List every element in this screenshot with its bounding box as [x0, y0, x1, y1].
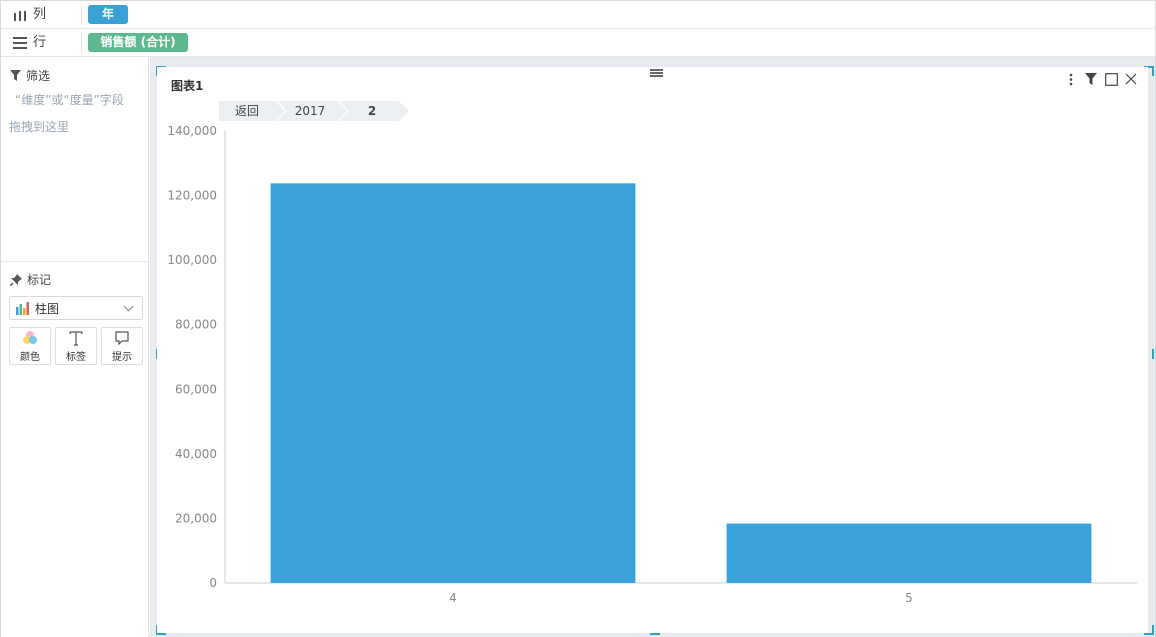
y-tick-label: 100,000: [167, 253, 217, 267]
filter-icon: [10, 70, 21, 81]
rows-list-icon: [13, 37, 27, 49]
bar-4[interactable]: [270, 183, 636, 583]
y-tick-label: 120,000: [167, 189, 217, 203]
color-button[interactable]: 颜色: [9, 327, 51, 365]
chart-type-value: 柱图: [35, 301, 60, 316]
y-tick-label: 140,000: [167, 124, 217, 138]
filter-title-text: 筛选: [26, 69, 51, 83]
pin-icon: [10, 273, 22, 286]
marks-section-title: 标记: [10, 271, 51, 288]
tooltip-button[interactable]: 提示: [101, 327, 143, 365]
rows-shelf-label: 行: [13, 29, 46, 57]
sales-field-pill[interactable]: 销售额 (合计): [88, 33, 188, 52]
left-panel: 筛选 “维度”或“度量”字段 拖拽到这里 标记 柱图 颜色 标签 提示: [1, 57, 149, 637]
rows-label-text: 行: [33, 35, 47, 50]
filter-section-title: 筛选: [10, 67, 50, 84]
label-button[interactable]: 标签: [55, 327, 97, 365]
app-root: 列 年 行 销售额 (合计) 筛选 “维度”或“度量”字段 拖拽到这里 标记 柱…: [0, 0, 1156, 637]
filter-drop-hint[interactable]: “维度”或“度量”字段: [15, 91, 124, 108]
resize-handle-bottom[interactable]: [650, 633, 660, 635]
chevron-down-icon: [123, 301, 134, 312]
dashboard-canvas: 图表1 返回 2017 2 0 20,000 40,000 60,000 80,…: [150, 57, 1155, 637]
resize-handle-right[interactable]: [1152, 349, 1154, 359]
tooltip-button-label: 提示: [112, 351, 132, 363]
resize-handle-br[interactable]: [1152, 625, 1154, 635]
filter-drop-hint-2[interactable]: 拖拽到这里: [9, 118, 69, 135]
y-tick-label: 60,000: [175, 382, 217, 396]
marks-title-text: 标记: [27, 273, 52, 287]
bar-5[interactable]: [726, 523, 1092, 583]
y-tick-label: 80,000: [175, 318, 217, 332]
y-tick-label: 0: [209, 576, 217, 590]
bar-chart: 0 20,000 40,000 60,000 80,000 100,000 120,000 1…: [167, 124, 1137, 605]
section-divider: [1, 261, 149, 262]
year-field-pill[interactable]: 年: [88, 5, 128, 24]
y-tick-label: 40,000: [175, 447, 217, 461]
columns-shelf-label: 列: [13, 1, 46, 29]
resize-handle-tr[interactable]: [1152, 66, 1154, 76]
x-tick-label: 4: [449, 591, 457, 605]
mark-buttons: 颜色 标签 提示: [9, 327, 143, 365]
chart-card: 图表1 返回 2017 2 0 20,000 40,000 60,000 80,…: [157, 67, 1148, 633]
tooltip-icon: [115, 330, 129, 345]
color-palette-icon: [23, 330, 37, 344]
x-tick-label: 5: [905, 591, 913, 605]
columns-label-text: 列: [33, 7, 47, 22]
shelf-divider: [81, 33, 82, 53]
columns-icon: [13, 9, 27, 21]
bar-chart-icon: [16, 301, 29, 315]
chart-type-select[interactable]: 柱图: [9, 296, 143, 320]
columns-shelf: 列 年: [1, 1, 1155, 29]
text-label-icon: [69, 330, 83, 346]
y-tick-label: 20,000: [175, 511, 217, 525]
label-button-label: 标签: [66, 351, 86, 363]
rows-shelf: 行 销售额 (合计): [1, 29, 1155, 57]
color-button-label: 颜色: [20, 351, 40, 363]
shelf-divider: [81, 5, 82, 25]
